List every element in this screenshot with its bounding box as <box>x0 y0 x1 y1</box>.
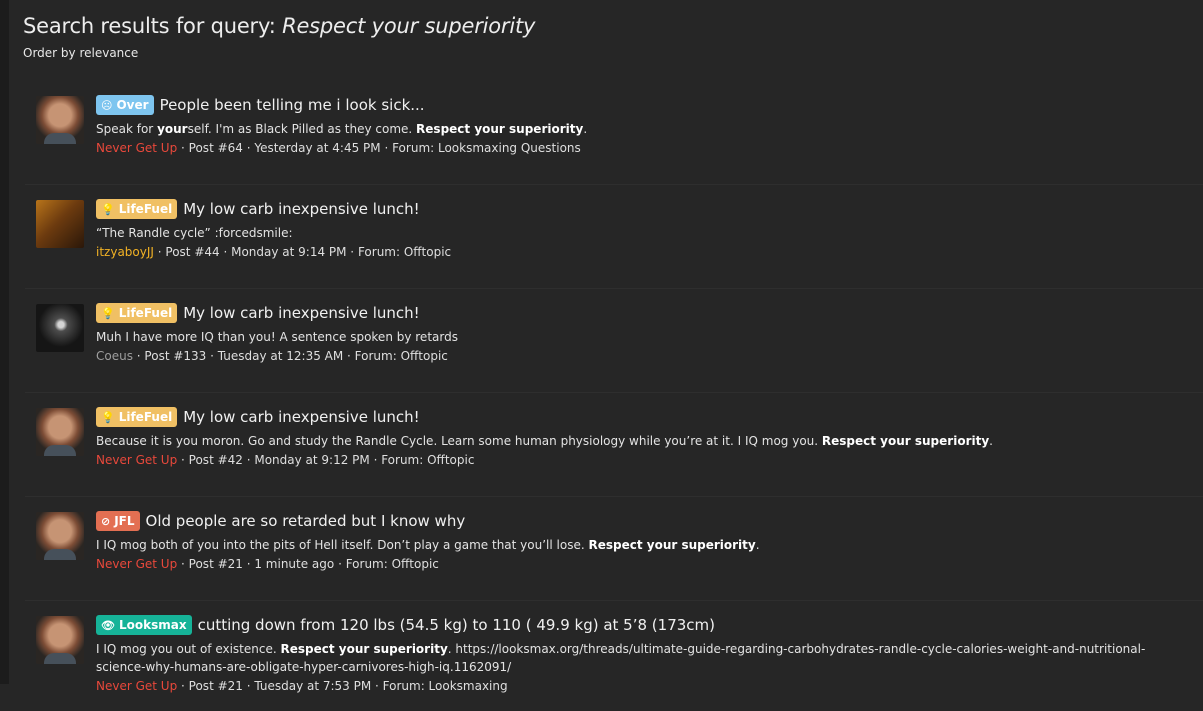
result-item: 💡 LifeFuel My low carb inexpensive lunch… <box>25 289 1203 393</box>
page-header: Search results for query: Respect your s… <box>9 0 1203 60</box>
result-headline: 💡 LifeFuel My low carb inexpensive lunch… <box>96 302 1183 324</box>
prefix-badge-lifefuel[interactable]: 💡 LifeFuel <box>96 199 178 219</box>
prefix-badge-lifefuel[interactable]: 💡 LifeFuel <box>96 407 178 427</box>
prefix-badge-over[interactable]: ☹ Over <box>96 95 154 115</box>
snippet-text: Speak for <box>96 122 158 136</box>
result-item: 💡 LifeFuel My low carb inexpensive lunch… <box>25 393 1203 497</box>
result-headline: ⊘ JFL Old people are so retarded but I k… <box>96 510 1183 532</box>
result-content: 👁 Looksmax cutting down from 120 lbs (54… <box>96 614 1183 693</box>
lightbulb-icon: 💡 <box>101 306 115 320</box>
thread-title-link[interactable]: People been telling me i look sick... <box>160 96 425 114</box>
avatar[interactable] <box>36 512 84 560</box>
avatar[interactable] <box>36 96 84 144</box>
post-meta-text: · Post #21 · Tuesday at 7:53 PM · Forum:… <box>181 679 508 693</box>
result-headline: 💡 LifeFuel My low carb inexpensive lunch… <box>96 198 1183 220</box>
post-meta: Never Get Up · Post #21 · 1 minute ago ·… <box>96 557 1183 571</box>
result-content: ☹ Over People been telling me i look sic… <box>96 94 1183 155</box>
post-snippet: “The Randle cycle” :forcedsmile: <box>96 226 293 240</box>
results-list: ☹ Over People been telling me i look sic… <box>25 81 1203 711</box>
eye-icon: 👁 <box>101 618 115 632</box>
badge-label: LifeFuel <box>118 306 173 320</box>
lightbulb-icon: 💡 <box>101 202 115 216</box>
post-snippet: Speak for yourself. I'm as Black Pilled … <box>96 120 1183 138</box>
order-by-relevance-link[interactable]: Order by relevance <box>23 46 1203 60</box>
snippet-highlight: your <box>157 122 188 136</box>
result-content: 💡 LifeFuel My low carb inexpensive lunch… <box>96 198 1183 259</box>
post-snippet: I IQ mog you out of existence. Respect y… <box>96 640 1183 676</box>
post-meta: Never Get Up · Post #64 · Yesterday at 4… <box>96 141 1183 155</box>
snippet-highlight: Respect your superiority <box>821 434 990 448</box>
result-item: 💡 LifeFuel My low carb inexpensive lunch… <box>25 185 1203 289</box>
avatar[interactable] <box>36 200 84 248</box>
snippet-text: Because it is you moron. Go and study th… <box>96 434 822 448</box>
prefix-badge-lifefuel[interactable]: 💡 LifeFuel <box>96 303 178 323</box>
avatar[interactable] <box>36 616 84 664</box>
thread-title-link[interactable]: My low carb inexpensive lunch! <box>183 408 419 426</box>
post-meta-text: · Post #21 · 1 minute ago · Forum: Offto… <box>181 557 439 571</box>
post-meta-text: · Post #64 · Yesterday at 4:45 PM · Foru… <box>181 141 581 155</box>
result-item: ☹ Over People been telling me i look sic… <box>25 81 1203 185</box>
result-item: 👁 Looksmax cutting down from 120 lbs (54… <box>25 601 1203 711</box>
badge-label: LifeFuel <box>118 410 173 424</box>
post-meta-text: · Post #42 · Monday at 9:12 PM · Forum: … <box>181 453 475 467</box>
snippet-highlight: Respect your superiority <box>416 122 584 136</box>
post-meta: Never Get Up · Post #42 · Monday at 9:12… <box>96 453 1183 467</box>
username-link[interactable]: Never Get Up <box>96 453 177 467</box>
username-link[interactable]: Coeus <box>96 349 133 363</box>
badge-label: JFL <box>114 514 135 528</box>
result-headline: ☹ Over People been telling me i look sic… <box>96 94 1183 116</box>
snippet-text: . <box>755 538 760 552</box>
snippet-text: . <box>583 122 588 136</box>
result-content: 💡 LifeFuel My low carb inexpensive lunch… <box>96 302 1183 363</box>
search-results-page: Search results for query: Respect your s… <box>9 0 1203 693</box>
result-content: 💡 LifeFuel My low carb inexpensive lunch… <box>96 406 1183 467</box>
thread-title-link[interactable]: cutting down from 120 lbs (54.5 kg) to 1… <box>198 616 715 634</box>
result-headline: 👁 Looksmax cutting down from 120 lbs (54… <box>96 614 1183 636</box>
badge-label: Looksmax <box>118 618 187 632</box>
avatar[interactable] <box>36 408 84 456</box>
username-link[interactable]: Never Get Up <box>96 557 177 571</box>
thread-title-link[interactable]: Old people are so retarded but I know wh… <box>146 512 466 530</box>
username-link[interactable]: Never Get Up <box>96 679 177 693</box>
snippet-highlight: Respect your superiority <box>280 642 448 656</box>
post-snippet: Because it is you moron. Go and study th… <box>96 432 1183 450</box>
post-snippet: I IQ mog both of you into the pits of He… <box>96 536 1183 554</box>
username-link[interactable]: itzyaboyJJ <box>96 245 154 259</box>
search-query: Respect your superiority <box>282 14 536 38</box>
result-item: ⊘ JFL Old people are so retarded but I k… <box>25 497 1203 601</box>
snippet-text: . <box>989 434 993 448</box>
snippet-text: self. I'm as Black Pilled as they come. <box>187 122 417 136</box>
result-content: ⊘ JFL Old people are so retarded but I k… <box>96 510 1183 571</box>
badge-label: LifeFuel <box>118 202 173 216</box>
prefix-badge-jfl[interactable]: ⊘ JFL <box>96 511 140 531</box>
username-link[interactable]: Never Get Up <box>96 141 177 155</box>
thread-title-link[interactable]: My low carb inexpensive lunch! <box>183 200 419 218</box>
left-sidebar-edge <box>0 0 9 684</box>
snippet-text: I IQ mog both of you into the pits of He… <box>96 538 589 552</box>
post-meta-text: · Post #44 · Monday at 9:14 PM · Forum: … <box>157 245 452 259</box>
post-meta: Never Get Up · Post #21 · Tuesday at 7:5… <box>96 679 1183 693</box>
post-meta: Coeus · Post #133 · Tuesday at 12:35 AM … <box>96 349 1183 363</box>
title-prefix: Search results for query: <box>23 14 276 38</box>
post-meta-text: · Post #133 · Tuesday at 12:35 AM · Foru… <box>136 349 448 363</box>
avatar[interactable] <box>36 304 84 352</box>
jfl-icon: ⊘ <box>101 514 111 528</box>
prefix-badge-looksmax[interactable]: 👁 Looksmax <box>96 615 192 635</box>
frown-icon: ☹ <box>101 98 113 112</box>
post-meta: itzyaboyJJ · Post #44 · Monday at 9:14 P… <box>96 245 1183 259</box>
page-title: Search results for query: Respect your s… <box>23 14 1203 38</box>
thread-title-link[interactable]: My low carb inexpensive lunch! <box>183 304 419 322</box>
lightbulb-icon: 💡 <box>101 410 115 424</box>
badge-label: Over <box>116 98 149 112</box>
snippet-text: I IQ mog you out of existence. <box>96 642 281 656</box>
post-snippet: Muh I have more IQ than you! A sentence … <box>96 330 458 344</box>
result-headline: 💡 LifeFuel My low carb inexpensive lunch… <box>96 406 1183 428</box>
snippet-highlight: Respect your superiority <box>588 538 756 552</box>
